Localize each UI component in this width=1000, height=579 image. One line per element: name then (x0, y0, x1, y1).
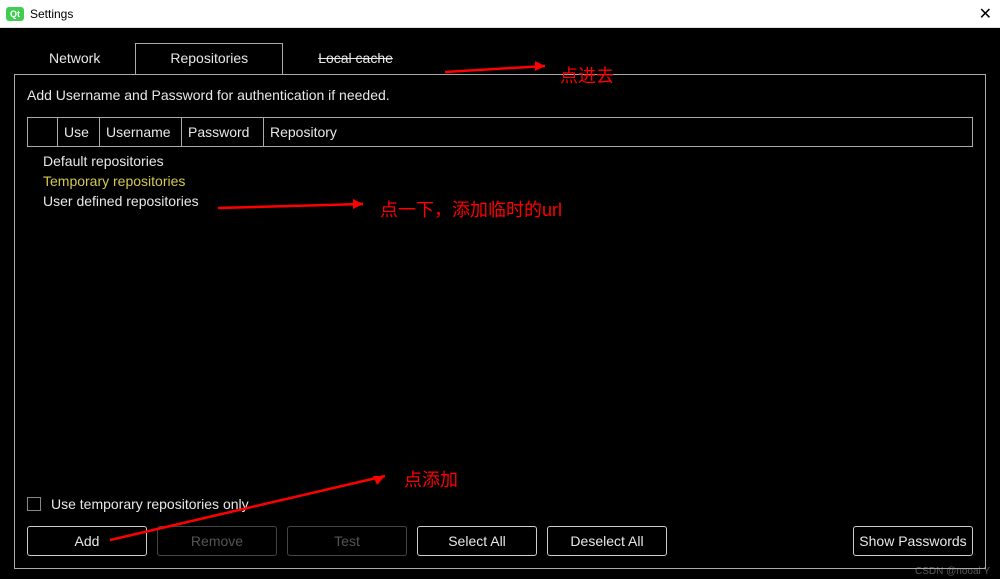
tab-repositories[interactable]: Repositories (135, 43, 283, 75)
temp-repos-only-checkbox[interactable]: Use temporary repositories only (27, 496, 973, 512)
select-all-button[interactable]: Select All (417, 526, 537, 556)
content-frame: Add Username and Password for authentica… (14, 74, 986, 569)
show-passwords-button[interactable]: Show Passwords (853, 526, 973, 556)
qt-logo-icon: Qt (6, 7, 24, 21)
remove-button: Remove (157, 526, 277, 556)
tabs: Network Repositories Local cache (14, 42, 986, 74)
watermark: CSDN @nooal Y (915, 566, 990, 577)
col-use: Use (58, 118, 100, 146)
col-password: Password (182, 118, 264, 146)
checkbox-icon (27, 497, 41, 511)
col-username: Username (100, 118, 182, 146)
bottom-controls: Use temporary repositories only Add Remo… (27, 496, 973, 556)
repository-tree: Default repositories Temporary repositor… (27, 147, 973, 211)
col-expand (28, 118, 58, 146)
tree-temporary-repositories[interactable]: Temporary repositories (43, 171, 973, 191)
col-repository: Repository (264, 118, 972, 146)
tree-user-defined-repositories[interactable]: User defined repositories (43, 191, 973, 211)
add-button[interactable]: Add (27, 526, 147, 556)
table-header: Use Username Password Repository (27, 117, 973, 147)
tree-default-repositories[interactable]: Default repositories (43, 151, 973, 171)
tab-network[interactable]: Network (14, 43, 135, 75)
window-title: Settings (30, 7, 73, 21)
window-body: Network Repositories Local cache Add Use… (0, 28, 1000, 579)
instruction-text: Add Username and Password for authentica… (27, 87, 973, 103)
titlebar: Qt Settings ✕ (0, 0, 1000, 28)
deselect-all-button[interactable]: Deselect All (547, 526, 667, 556)
button-row: Add Remove Test Select All Deselect All … (27, 526, 973, 556)
test-button: Test (287, 526, 407, 556)
close-icon[interactable]: ✕ (979, 4, 992, 24)
checkbox-label: Use temporary repositories only (51, 496, 249, 512)
tab-local-cache[interactable]: Local cache (283, 43, 428, 75)
